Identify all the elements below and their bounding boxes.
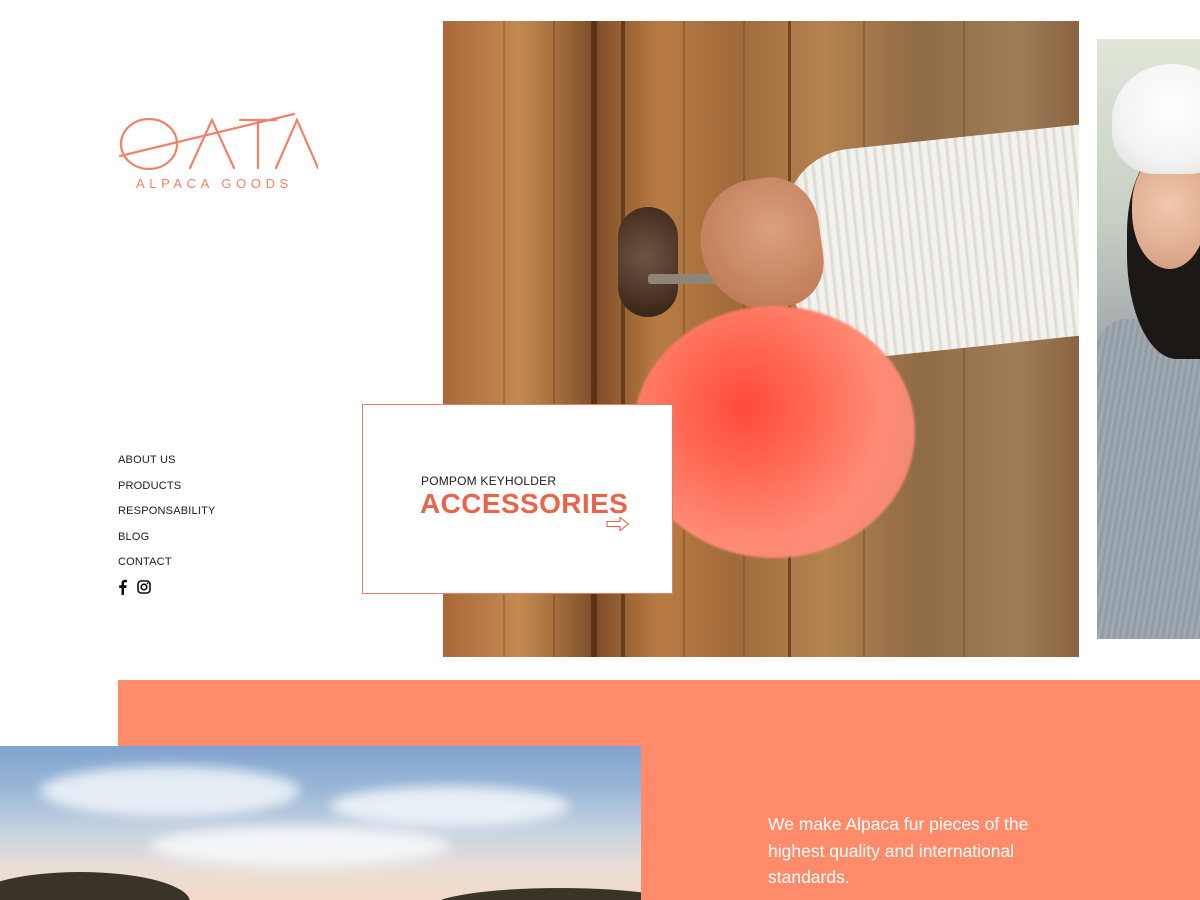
main-nav: ABOUT US PRODUCTS RESPONSABILITY BLOG CO… <box>118 452 216 580</box>
hill <box>430 888 641 900</box>
pompom-keyholder <box>633 306 915 558</box>
arrow-right-icon[interactable] <box>606 516 630 537</box>
landscape-photo <box>0 746 641 900</box>
card-kicker: POMPOM KEYHOLDER <box>421 474 557 488</box>
promo-tagline: We make Alpaca fur pieces of the highest… <box>768 814 1029 887</box>
cloud <box>40 766 300 816</box>
nav-item-responsability[interactable]: RESPONSABILITY <box>118 503 216 529</box>
facebook-icon[interactable] <box>118 579 127 600</box>
brand-subtitle: ALPACA GOODS <box>136 176 293 191</box>
nav-item-about-us[interactable]: ABOUT US <box>118 452 216 478</box>
nav-item-blog[interactable]: BLOG <box>118 529 216 555</box>
nav-item-contact[interactable]: CONTACT <box>118 554 216 580</box>
white-fur-hat <box>1112 64 1200 174</box>
cloud <box>150 826 450 866</box>
cloud <box>330 786 570 826</box>
side-photo-fur-hat[interactable] <box>1097 39 1200 639</box>
grey-sweater <box>1097 319 1200 639</box>
social-links <box>118 579 151 600</box>
instagram-icon[interactable] <box>137 580 151 599</box>
nav-item-products[interactable]: PRODUCTS <box>118 478 216 504</box>
door-lock <box>618 207 678 317</box>
card-title[interactable]: ACCESSORIES <box>420 488 628 520</box>
brand-logo[interactable]: ALPACA GOODS <box>118 108 318 191</box>
hill <box>0 872 190 900</box>
category-card[interactable]: POMPOM KEYHOLDER ACCESSORIES <box>362 404 673 594</box>
oata-logo-mark <box>118 112 318 170</box>
